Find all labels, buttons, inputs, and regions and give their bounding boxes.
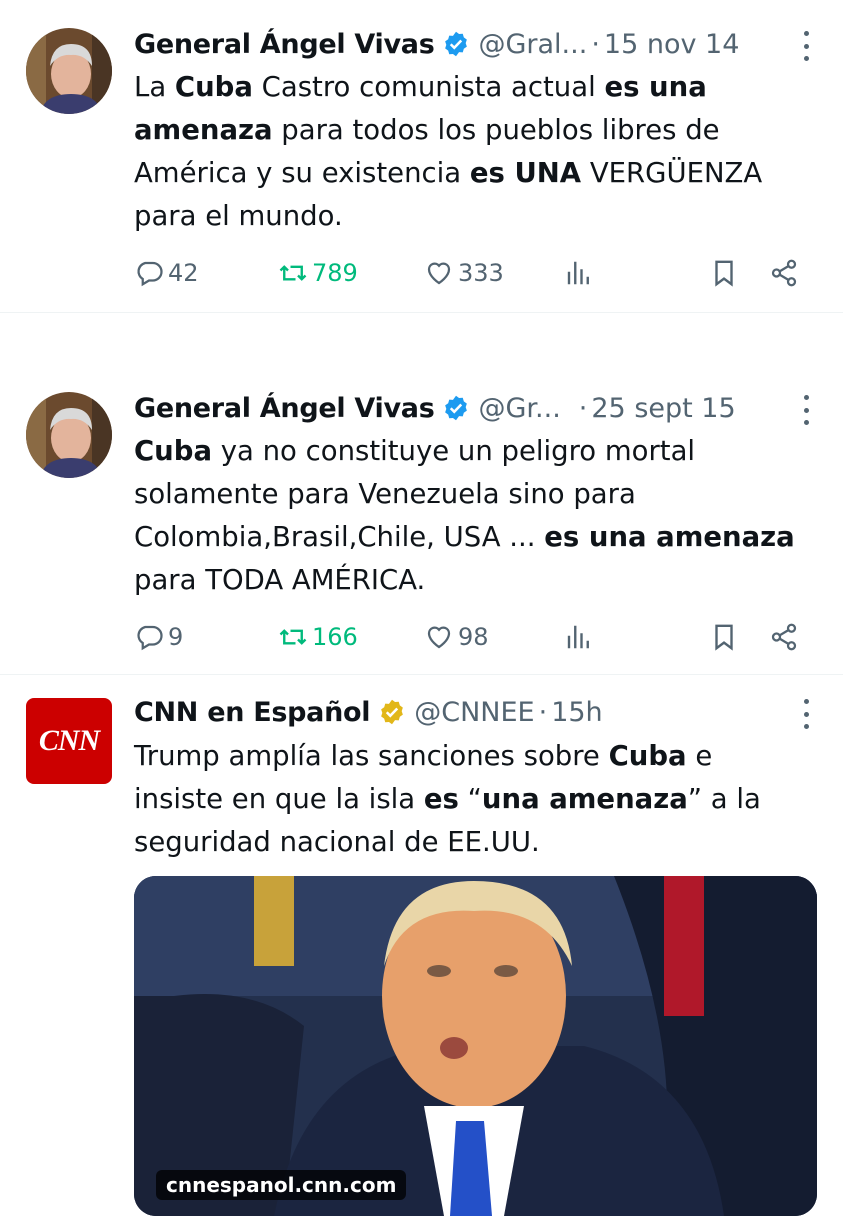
views-icon [567, 261, 589, 285]
like-count: 98 [458, 623, 489, 651]
avatar[interactable] [26, 28, 112, 114]
bold-text-segment: Cuba [134, 435, 213, 467]
verified-org-badge-icon [378, 698, 406, 726]
text-segment: para TODA AMÉRICA. [134, 564, 426, 596]
tweet-2[interactable]: General Ángel Vivas @Gr... · 25 sept 15 … [0, 370, 843, 672]
share-icon [771, 623, 797, 651]
tweet-header: General Ángel Vivas @Gr... · 25 sept 15 [134, 388, 823, 428]
retweet-count: 166 [312, 623, 358, 651]
bold-text-segment: es UNA [469, 157, 582, 189]
bold-text-segment: una amenaza [481, 783, 688, 815]
separator-dot: · [538, 696, 548, 728]
like-count: 333 [458, 259, 504, 287]
separator-dot: · [578, 392, 588, 424]
bold-text-segment: es una amenaza [544, 521, 795, 553]
reply-button[interactable]: 9 [134, 619, 183, 655]
retweet-button[interactable]: 789 [278, 255, 358, 291]
text-segment: La [134, 71, 175, 103]
author-handle[interactable]: @CNNEE [414, 697, 534, 728]
author-name[interactable]: General Ángel Vivas [134, 29, 435, 60]
share-button[interactable] [769, 619, 803, 655]
tweet-actions: 42 789 333 [134, 255, 814, 291]
views-button[interactable] [564, 255, 598, 291]
tweet-date[interactable]: 25 sept 15 [591, 393, 735, 424]
reply-icon [137, 625, 163, 651]
like-icon [427, 262, 451, 285]
bookmark-icon [715, 260, 733, 287]
text-segment: “ [458, 783, 482, 815]
cnn-logo-avatar[interactable]: CNN [26, 698, 112, 784]
bookmark-button[interactable] [709, 255, 743, 291]
tweet-header: CNN en Español @CNNEE · 15h [134, 692, 823, 732]
share-icon [771, 259, 797, 287]
bold-text-segment: Cuba [608, 740, 687, 772]
link-preview-image[interactable]: cnnespanol.cnn.com [134, 876, 817, 1216]
reply-count: 9 [168, 623, 184, 651]
news-photo [134, 876, 817, 1216]
divider [0, 674, 843, 675]
tweet-date[interactable]: 15 nov 14 [604, 29, 740, 60]
retweet-count: 789 [312, 259, 358, 287]
author-name[interactable]: General Ángel Vivas [134, 393, 435, 424]
share-button[interactable] [769, 255, 803, 291]
bookmark-icon [715, 624, 733, 651]
author-handle[interactable]: @Gr... [478, 393, 560, 424]
bookmark-button[interactable] [709, 619, 743, 655]
tweet-text: Cuba ya no constituye un peligro mortal … [134, 430, 799, 602]
reply-count: 42 [168, 259, 199, 287]
divider [0, 312, 843, 313]
author-handle[interactable]: @Gral... [478, 29, 587, 60]
tweet-header: General Ángel Vivas @Gral... · 15 nov 14 [134, 24, 823, 64]
more-icon[interactable] [801, 699, 811, 729]
tweet-text: Trump amplía las sanciones sobre Cuba e … [134, 735, 799, 864]
bold-text-segment: Cuba [174, 71, 253, 103]
tweet-1[interactable]: General Ángel Vivas @Gral... · 15 nov 14… [0, 0, 843, 312]
separator-dot: · [591, 28, 600, 60]
views-icon [567, 625, 589, 649]
text-segment: Castro comunista actual [252, 71, 605, 103]
tweet-text: La Cuba Castro comunista actual es una a… [134, 66, 799, 238]
more-icon[interactable] [801, 31, 811, 61]
retweet-button[interactable]: 166 [278, 619, 358, 655]
avatar[interactable] [26, 392, 112, 478]
verified-badge-icon [442, 30, 470, 58]
like-icon [427, 626, 451, 649]
author-name[interactable]: CNN en Español [134, 697, 371, 728]
bold-text-segment: es [423, 783, 459, 815]
tweet-date[interactable]: 15h [551, 697, 602, 728]
verified-badge-icon [442, 394, 470, 422]
text-segment: Trump amplía las sanciones sobre [134, 740, 609, 772]
more-icon[interactable] [801, 395, 811, 425]
link-domain: cnnespanol.cnn.com [156, 1170, 407, 1200]
like-button[interactable]: 98 [424, 619, 489, 655]
tweet-actions: 9 166 98 [134, 619, 814, 655]
reply-button[interactable]: 42 [134, 255, 199, 291]
retweet-icon [279, 629, 307, 645]
retweet-icon [279, 265, 307, 281]
views-button[interactable] [564, 619, 598, 655]
like-button[interactable]: 333 [424, 255, 504, 291]
reply-icon [137, 261, 163, 287]
